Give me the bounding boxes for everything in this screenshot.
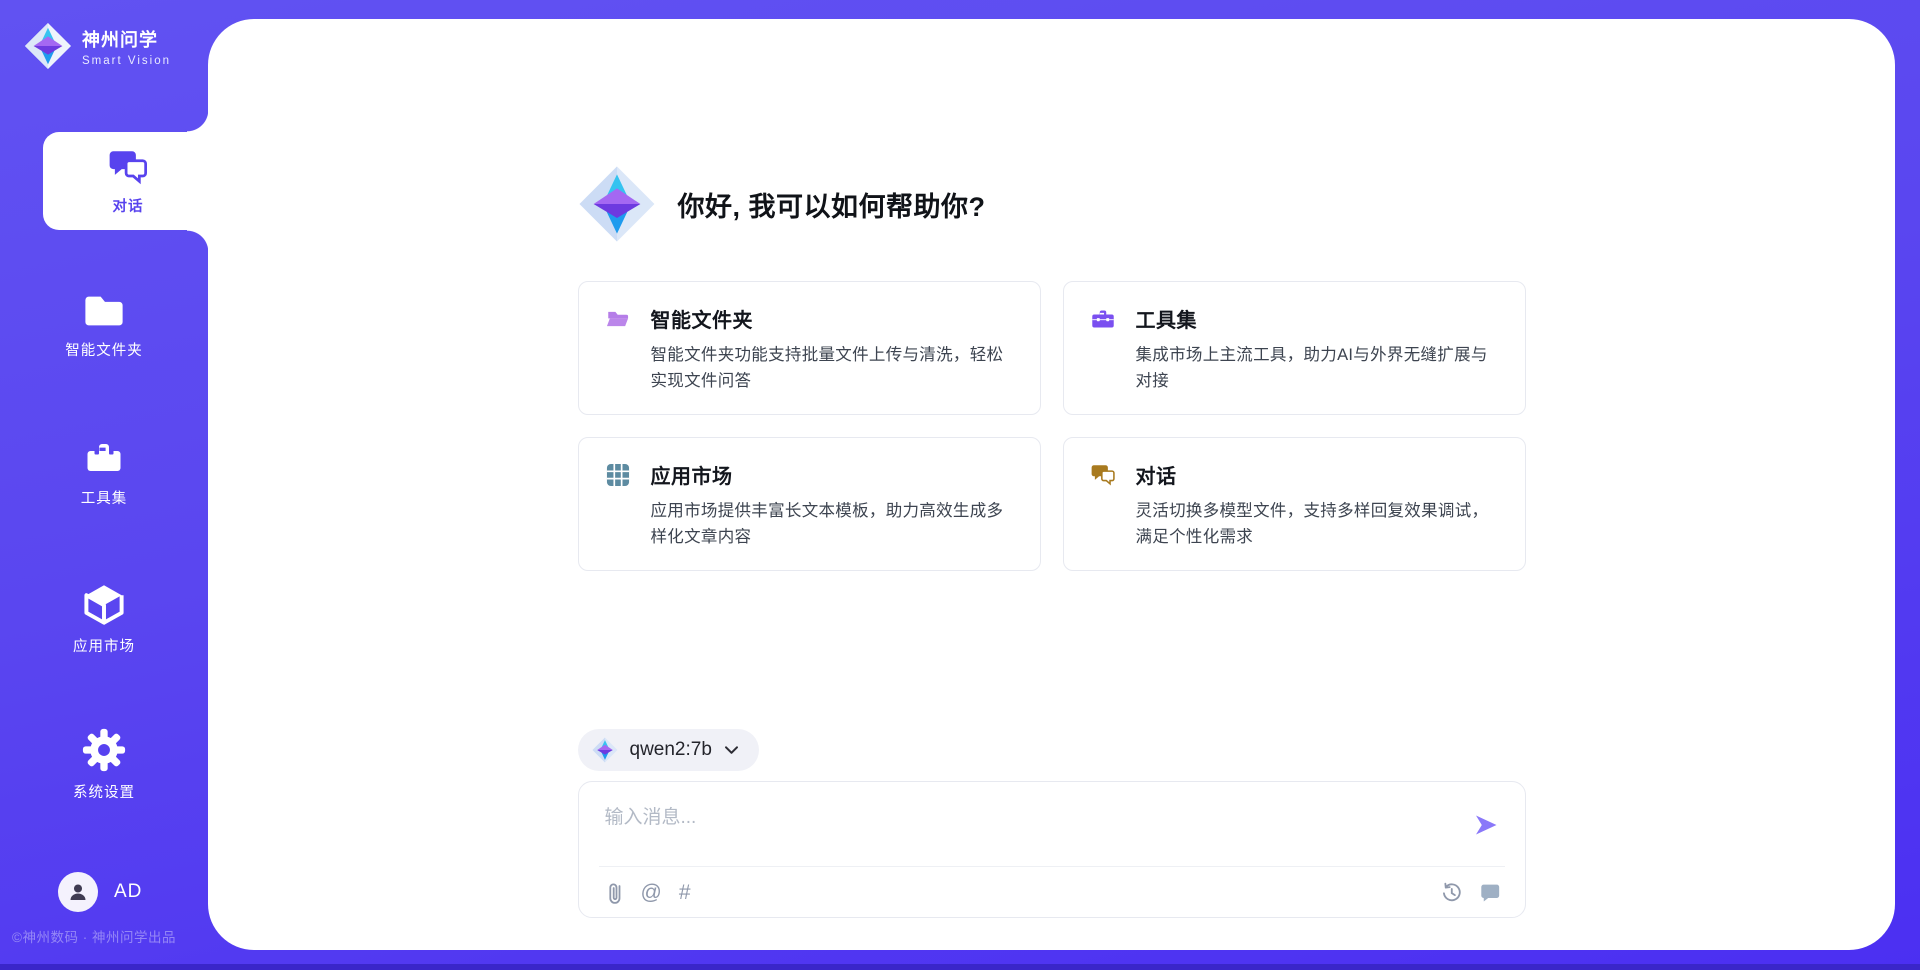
feature-cards: 智能文件夹 智能文件夹功能支持批量文件上传与清洗，轻松实现文件问答 (578, 281, 1526, 571)
sidebar-item-smart-folder[interactable]: 智能文件夹 (0, 292, 208, 360)
model-logo-icon (592, 737, 618, 763)
cube-icon (82, 582, 126, 626)
sidebar-item-label: 对话 (113, 195, 144, 216)
sidebar-item-label: 工具集 (81, 487, 128, 508)
attach-file-button[interactable] (605, 880, 624, 904)
sidebar-item-label: 系统设置 (73, 781, 135, 802)
message-input[interactable] (605, 802, 1469, 856)
card-title: 对话 (1136, 460, 1177, 489)
send-button[interactable] (1469, 808, 1503, 845)
model-selector[interactable]: qwen2:7b (578, 729, 759, 771)
avatar (58, 872, 98, 912)
mention-button[interactable]: @ (641, 882, 662, 903)
new-chat-button[interactable] (1479, 881, 1501, 903)
card-description: 智能文件夹功能支持批量文件上传与清洗，轻松实现文件问答 (651, 343, 1016, 394)
main-panel: 你好, 我可以如何帮助你? 智能文件夹 智能文件夹功能支持批量文件上传与清洗，轻… (208, 19, 1895, 950)
card-chat[interactable]: 对话 灵活切换多模型文件，支持多样回复效果调试，满足个性化需求 (1063, 437, 1526, 571)
hash-icon: # (679, 882, 691, 903)
card-description: 集成市场上主流工具，助力AI与外界无缝扩展与对接 (1136, 343, 1501, 394)
sidebar-item-label: 智能文件夹 (65, 339, 143, 360)
app-logo-icon (578, 165, 656, 243)
model-name: qwen2:7b (630, 739, 712, 761)
sidebar-item-chat[interactable]: 对话 (43, 132, 213, 230)
sidebar-item-label: 应用市场 (73, 635, 135, 656)
sidebar: 神州问学 Smart Vision 对话 智能文件夹 (0, 0, 208, 970)
user-row[interactable]: AD (58, 872, 142, 912)
bottom-edge (0, 964, 1920, 970)
user-initials: AD (114, 881, 142, 903)
card-app-market[interactable]: 应用市场 应用市场提供丰富长文本模板，助力高效生成多样化文章内容 (578, 437, 1041, 571)
greeting-text: 你好, 我可以如何帮助你? (678, 185, 986, 224)
paperclip-icon (605, 880, 624, 904)
chat-square-icon (1479, 881, 1501, 903)
brand: 神州问学 Smart Vision (24, 22, 171, 70)
greeting-row: 你好, 我可以如何帮助你? (578, 19, 1526, 243)
card-title: 应用市场 (651, 460, 733, 489)
card-description: 灵活切换多模型文件，支持多样回复效果调试，满足个性化需求 (1136, 499, 1501, 550)
copyright-text: ©神州数码 · 神州问学出品 (12, 926, 208, 946)
send-icon (1473, 812, 1499, 838)
chevron-down-icon (724, 745, 739, 756)
sidebar-item-settings[interactable]: 系统设置 (0, 728, 208, 802)
chat-bubbles-icon (1090, 462, 1116, 488)
chat-bubbles-icon (107, 146, 149, 188)
sidebar-item-toolset[interactable]: 工具集 (0, 438, 208, 508)
brand-name: 神州问学 (82, 26, 171, 52)
briefcase-icon (83, 438, 125, 478)
content-column: 你好, 我可以如何帮助你? 智能文件夹 智能文件夹功能支持批量文件上传与清洗，轻… (578, 19, 1526, 918)
sidebar-item-app-market[interactable]: 应用市场 (0, 582, 208, 656)
folder-icon (83, 292, 125, 330)
card-description: 应用市场提供丰富长文本模板，助力高效生成多样化文章内容 (651, 499, 1016, 550)
message-composer: @ # (578, 781, 1526, 918)
briefcase-icon (1090, 306, 1116, 332)
at-icon: @ (641, 882, 662, 903)
tab-fillet-top (187, 110, 209, 132)
brand-subtitle: Smart Vision (82, 55, 171, 67)
card-smart-folder[interactable]: 智能文件夹 智能文件夹功能支持批量文件上传与清洗，轻松实现文件问答 (578, 281, 1041, 415)
brand-logo-icon (24, 22, 72, 70)
card-title: 智能文件夹 (651, 304, 754, 333)
composer-toolbar: @ # (579, 867, 1525, 917)
history-icon (1440, 881, 1463, 904)
tab-fillet-bottom (187, 230, 209, 252)
card-toolset[interactable]: 工具集 集成市场上主流工具，助力AI与外界无缝扩展与对接 (1063, 281, 1526, 415)
topic-button[interactable]: # (679, 882, 691, 903)
folder-open-icon (605, 306, 631, 332)
history-button[interactable] (1440, 881, 1463, 904)
card-title: 工具集 (1136, 304, 1198, 333)
grid-icon (605, 462, 631, 488)
gear-icon (82, 728, 126, 772)
